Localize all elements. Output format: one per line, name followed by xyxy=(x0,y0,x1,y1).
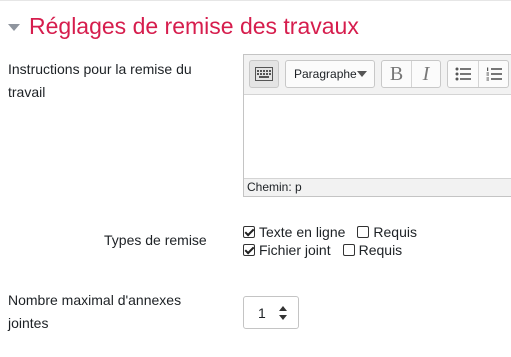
editor-toolbar: Paragraphe B I xyxy=(244,55,511,95)
bold-button[interactable]: B xyxy=(382,61,411,87)
file-required-label[interactable]: Requis xyxy=(359,242,403,258)
bold-icon: B xyxy=(389,62,404,85)
file-submission-label[interactable]: Fichier joint xyxy=(259,242,331,258)
numbered-list-button[interactable] xyxy=(478,61,508,87)
chevron-down-icon xyxy=(356,71,367,77)
max-files-label: Nombre maximal d'annexes jointes xyxy=(8,292,182,331)
select-updown-icon xyxy=(279,306,287,320)
section-header[interactable]: Réglages de remise des travaux xyxy=(8,11,359,41)
bullet-list-icon xyxy=(455,67,471,81)
online-text-required-label[interactable]: Requis xyxy=(373,224,417,240)
bullet-list-button[interactable] xyxy=(448,61,478,87)
online-text-required-checkbox[interactable] xyxy=(357,226,370,238)
submission-types-label: Types de remise xyxy=(104,232,207,248)
list-button-group xyxy=(447,60,509,88)
rich-text-editor[interactable]: Paragraphe B I Chemin: p xyxy=(243,54,511,197)
online-text-label[interactable]: Texte en ligne xyxy=(259,224,345,240)
max-files-value: 1 xyxy=(258,304,266,321)
toolbar-toggle-button[interactable] xyxy=(249,60,279,88)
italic-button[interactable]: I xyxy=(410,61,440,87)
collapse-caret-icon[interactable] xyxy=(8,23,20,31)
instructions-label: Instructions pour la remise du travail xyxy=(8,61,192,100)
online-text-checkbox[interactable] xyxy=(243,226,255,238)
paragraph-format-select[interactable]: Paragraphe xyxy=(285,60,375,88)
submission-option-file: Fichier joint Requis xyxy=(243,241,414,259)
max-files-select[interactable]: 1 xyxy=(243,296,299,329)
paragraph-format-value: Paragraphe xyxy=(294,67,357,81)
section-title: Réglages de remise des travaux xyxy=(29,12,359,39)
editor-content-area[interactable] xyxy=(244,95,511,179)
format-button-group: B I xyxy=(381,60,441,88)
top-divider xyxy=(0,0,511,1)
file-submission-checkbox[interactable] xyxy=(243,244,255,256)
italic-icon: I xyxy=(422,62,430,85)
submission-option-online-text: Texte en ligne Requis xyxy=(243,223,429,241)
editor-status-path: Chemin: p xyxy=(244,178,511,196)
keyboard-icon xyxy=(255,67,273,81)
numbered-list-icon xyxy=(486,67,502,81)
file-required-checkbox[interactable] xyxy=(342,244,355,256)
